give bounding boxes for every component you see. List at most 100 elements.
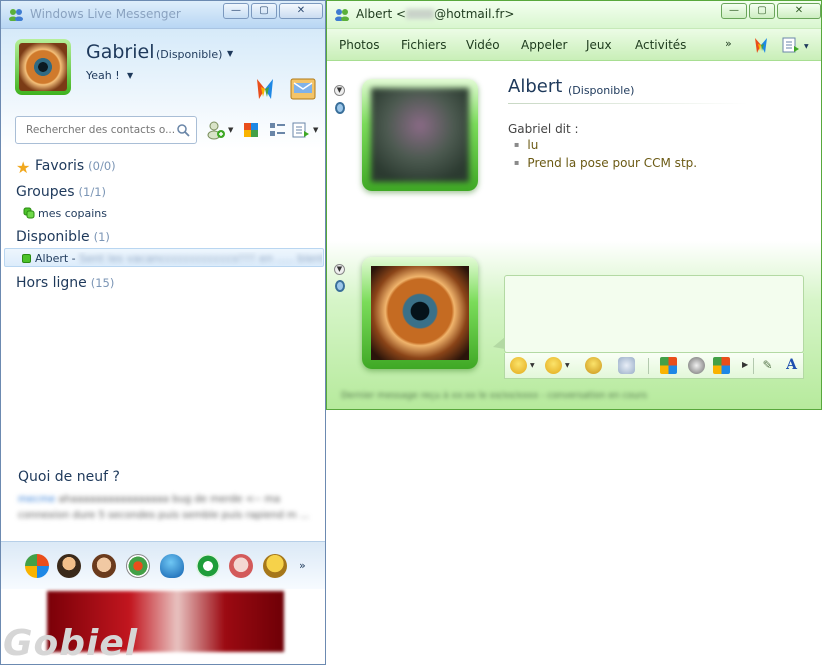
maximize-button[interactable]: ▢ <box>749 3 775 19</box>
search-input[interactable] <box>26 117 176 143</box>
title-suffix: @hotmail.fr> <box>434 7 515 21</box>
group-offline[interactable]: Hors ligne (15) <box>16 275 114 291</box>
formatting-toolbar: ▼ ▼ ▶ ✎ A <box>504 353 804 379</box>
messenger-icon <box>9 9 23 21</box>
user-avatar[interactable] <box>15 39 71 95</box>
group-label: Favoris <box>35 158 85 174</box>
title-bar[interactable]: Albert < @hotmail.fr> — ▢ ✕ <box>327 1 821 29</box>
sound-icon[interactable] <box>688 357 705 374</box>
watermark-text: Gobiel <box>3 623 139 664</box>
webcam-icon[interactable] <box>335 102 345 114</box>
voice-clip-icon[interactable] <box>618 357 635 374</box>
group-count: (15) <box>90 276 115 290</box>
group-favorites[interactable]: Favoris (0/0) <box>35 158 116 174</box>
minimize-button[interactable]: — <box>223 3 249 19</box>
group-icon <box>23 207 35 219</box>
font-icon[interactable]: A <box>783 357 800 374</box>
more-apps-icon[interactable]: » <box>299 559 306 572</box>
more-tools-icon[interactable]: ▶ <box>742 360 748 369</box>
app-bar: » <box>1 541 325 589</box>
group-label: Hors ligne <box>16 275 87 291</box>
group-groups[interactable]: Groupes (1/1) <box>16 184 106 200</box>
window-controls: — ▢ ✕ <box>721 3 821 19</box>
user-display-name[interactable]: Gabriel <box>86 41 155 63</box>
sender-line: Gabriel dit : <box>508 122 579 136</box>
emoticon-dropdown-icon[interactable]: ▼ <box>530 362 535 369</box>
avatar-eye-image <box>19 43 67 91</box>
contact-picture-image <box>371 88 469 182</box>
collapse-own-pic-icon[interactable]: ▼ <box>334 264 345 275</box>
menu-more-icon[interactable]: » <box>725 37 732 50</box>
group-available[interactable]: Disponible (1) <box>16 229 110 245</box>
sony-ericsson-icon[interactable] <box>196 554 220 578</box>
redacted-email <box>406 9 435 19</box>
close-button[interactable]: ✕ <box>777 3 821 19</box>
wink-icon[interactable] <box>545 357 562 374</box>
add-contact-icon[interactable] <box>206 120 226 140</box>
search-icon[interactable] <box>176 123 190 137</box>
emoticon-icon[interactable] <box>510 357 527 374</box>
minimize-button[interactable]: — <box>721 3 747 19</box>
window-title: Windows Live Messenger <box>30 7 181 21</box>
add-contact-dropdown-icon[interactable]: ▼ <box>228 126 233 134</box>
sunglasses-smiley-icon[interactable] <box>263 554 287 578</box>
whats-new-feed[interactable]: mecme ahaaaaaaaaaaaaaaaa bug de merde <-… <box>18 492 318 524</box>
personal-message[interactable]: Yeah ! <box>86 69 120 82</box>
group-count: (0/0) <box>88 159 116 173</box>
group-item-label: mes copains <box>38 207 107 220</box>
user-status[interactable]: (Disponible) <box>156 48 222 61</box>
menu-dropdown-icon[interactable]: ▼ <box>313 126 318 134</box>
msn-butterfly-icon[interactable] <box>251 75 279 103</box>
menu-icon[interactable] <box>291 120 311 140</box>
collapse-contact-pic-icon[interactable]: ▼ <box>334 85 345 96</box>
maximize-button[interactable]: ▢ <box>251 3 277 19</box>
chat-message: Prend la pose pour CCM stp. <box>514 156 697 170</box>
window-controls: — ▢ ✕ <box>223 3 323 19</box>
own-display-picture[interactable] <box>362 257 478 369</box>
menu-activities[interactable]: Activités <box>635 38 686 52</box>
xbox-icon[interactable] <box>126 554 150 578</box>
pink-creature-icon[interactable] <box>229 554 253 578</box>
contact-list-window: Windows Live Messenger — ▢ ✕ Gabriel (Di… <box>0 0 326 665</box>
avatar-goku-icon[interactable] <box>57 554 81 578</box>
message-dropdown-icon[interactable]: ▼ <box>127 71 133 80</box>
wink-dropdown-icon[interactable]: ▼ <box>565 362 570 369</box>
webcam-icon[interactable] <box>335 280 345 292</box>
games-icon[interactable] <box>241 120 261 140</box>
group-count: (1) <box>93 230 110 244</box>
games-icon[interactable] <box>713 357 730 374</box>
conversation-window: Albert < @hotmail.fr> — ▢ ✕ Photos Fichie… <box>326 0 822 410</box>
contact-view-icon[interactable] <box>267 120 287 140</box>
status-bar: Dernier message reçu à xx:xx le xx/xx/xx… <box>341 391 647 401</box>
handwriting-icon[interactable]: ✎ <box>759 357 776 374</box>
background-icon[interactable] <box>660 357 677 374</box>
menu-dropdown-icon[interactable]: ▼ <box>804 43 809 50</box>
menu-call[interactable]: Appeler <box>521 38 567 52</box>
menu-photos[interactable]: Photos <box>339 38 379 52</box>
whats-new-title[interactable]: Quoi de neuf ? <box>18 469 120 485</box>
online-status-icon <box>22 254 31 263</box>
group-item-mes-copains[interactable]: mes copains <box>23 207 107 220</box>
menu-files[interactable]: Fichiers <box>401 38 446 52</box>
avatar-face-icon[interactable] <box>92 554 116 578</box>
blue-creature-icon[interactable] <box>160 554 184 578</box>
messenger-icon <box>335 9 349 21</box>
group-label: Groupes <box>16 184 75 200</box>
message-input[interactable] <box>505 276 803 352</box>
contact-entry[interactable]: Albert - Sent les vacanccccccccccccs!!!!… <box>22 252 322 265</box>
close-button[interactable]: ✕ <box>279 3 323 19</box>
news-author-link[interactable]: mecme <box>18 494 55 505</box>
menu-icon[interactable] <box>781 35 801 55</box>
nudge-icon[interactable] <box>585 357 602 374</box>
menu-video[interactable]: Vidéo <box>466 38 500 52</box>
window-title: Albert < @hotmail.fr> <box>356 7 514 21</box>
mail-icon[interactable] <box>289 75 317 103</box>
status-dropdown-icon[interactable]: ▼ <box>227 49 233 58</box>
msn-butterfly-icon[interactable] <box>751 35 771 55</box>
title-prefix: Albert < <box>356 7 407 21</box>
group-count: (1/1) <box>78 185 107 199</box>
msn-butterfly-icon[interactable] <box>25 554 49 578</box>
menu-games[interactable]: Jeux <box>586 38 612 52</box>
title-bar[interactable]: Windows Live Messenger — ▢ ✕ <box>1 1 325 29</box>
contact-display-picture[interactable] <box>362 79 478 191</box>
